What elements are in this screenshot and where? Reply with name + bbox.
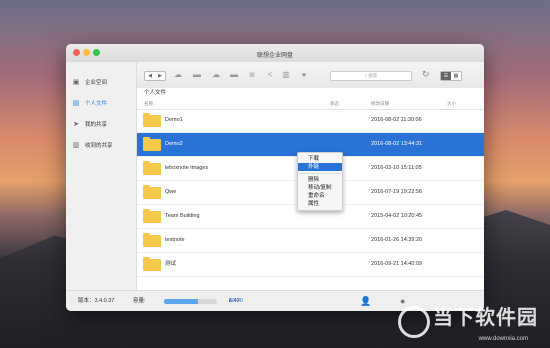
file-date: 2016-03-10 15:11:05 bbox=[371, 165, 422, 171]
sidebar-item-my-shares[interactable]: ➤ 我的共享 bbox=[66, 113, 136, 134]
menu-divider bbox=[298, 173, 342, 174]
file-name: testnote bbox=[165, 237, 185, 243]
list-item[interactable]: testnote 2016-01-26 14:39:20 bbox=[137, 229, 484, 253]
menu-item-rename[interactable]: 重命名 bbox=[298, 192, 342, 200]
sidebar-item-label: 我的共享 bbox=[85, 121, 108, 128]
folder-icon bbox=[143, 161, 161, 175]
capacity-label: 容量: bbox=[133, 298, 146, 304]
download-cloud-icon[interactable]: ☁ bbox=[211, 70, 221, 80]
file-date: 2016-08-02 11:30:06 bbox=[371, 117, 422, 123]
minimize-window-button[interactable] bbox=[83, 49, 90, 56]
camera-icon[interactable]: ◙ bbox=[247, 70, 257, 80]
user-icon[interactable]: 👤 bbox=[360, 291, 371, 311]
sidebar-item-label: 收到的共享 bbox=[85, 142, 113, 149]
zoom-window-button[interactable] bbox=[93, 49, 100, 56]
title-bar: 联想企业网盘 bbox=[66, 44, 484, 62]
file-name: Demo2 bbox=[165, 141, 183, 147]
sidebar-item-enterprise-space[interactable]: ▣ 企业空间 bbox=[66, 71, 136, 92]
grid-view-button[interactable]: ▦ bbox=[451, 72, 461, 80]
file-name: Qwe bbox=[165, 189, 177, 195]
sidebar-item-label: 个人文件 bbox=[85, 100, 108, 107]
folder-icon bbox=[143, 137, 161, 151]
folder-upload-icon[interactable]: ▬ bbox=[192, 70, 202, 80]
list-view-button[interactable]: ☰ bbox=[441, 72, 451, 80]
folder-icon bbox=[143, 185, 161, 199]
menu-item-move-copy[interactable]: 移动/复制 bbox=[298, 184, 342, 192]
watermark-logo-icon bbox=[398, 306, 430, 338]
trash-icon[interactable]: ▥ bbox=[281, 70, 291, 80]
column-size[interactable]: 大小 bbox=[447, 99, 456, 109]
file-date: 2016-08-02 13:44:31 bbox=[371, 141, 423, 147]
search-input[interactable]: ⌕ 搜索 bbox=[330, 71, 412, 81]
file-date: 2015-04-02 10:20:45 bbox=[371, 213, 423, 219]
folder-icon bbox=[143, 233, 161, 247]
sidebar-item-received-shares[interactable]: ▥ 收到的共享 bbox=[66, 134, 136, 155]
folder-icon bbox=[143, 209, 161, 223]
settings-icon[interactable]: ● bbox=[299, 70, 309, 80]
menu-item-external-link[interactable]: 外链 bbox=[298, 163, 342, 171]
sidebar: ▣ 企业空间 ▤ 个人文件 ➤ 我的共享 ▥ 收到的共享 bbox=[66, 62, 137, 290]
window-title: 联想企业网盘 bbox=[256, 53, 293, 59]
capacity-bar bbox=[164, 299, 217, 304]
column-status[interactable]: 状态 bbox=[330, 99, 339, 109]
capacity-bar-fill bbox=[164, 299, 199, 304]
file-name: Team Building bbox=[165, 213, 200, 219]
toolbar: ◀ ▶ ☁ ▬ ☁ ▬ ◙ < ▥ ● ⌕ 搜索 ↻ ☰ ▦ bbox=[137, 62, 484, 89]
folder-icon bbox=[143, 257, 161, 271]
file-date: 2016-09-21 14:40:09 bbox=[371, 261, 423, 267]
watermark-brand: 当下软件园 bbox=[433, 307, 538, 329]
folder-person-icon: ▤ bbox=[72, 99, 80, 107]
file-name: leboxnote images bbox=[165, 165, 209, 171]
list-item[interactable]: 测试 2016-09-21 14:40:09 bbox=[137, 253, 484, 277]
upload-cloud-icon[interactable]: ☁ bbox=[173, 70, 183, 80]
search-placeholder: 搜索 bbox=[368, 73, 378, 78]
close-window-button[interactable] bbox=[73, 49, 80, 56]
file-date: 2016-01-26 14:39:20 bbox=[371, 237, 423, 243]
breadcrumb: 个人文件 bbox=[137, 88, 484, 99]
forward-button[interactable]: ▶ bbox=[158, 73, 162, 79]
view-switcher: ☰ ▦ bbox=[440, 71, 462, 81]
folder-icon bbox=[143, 113, 161, 127]
file-name: Demo1 bbox=[165, 117, 183, 123]
menu-item-download[interactable]: 下载 bbox=[298, 155, 342, 163]
column-name[interactable]: 名称 bbox=[144, 99, 153, 109]
list-item[interactable]: Demo1 2016-08-02 11:30:06 bbox=[137, 109, 484, 133]
sidebar-item-personal-files[interactable]: ▤ 个人文件 bbox=[66, 92, 136, 113]
history-nav: ◀ ▶ bbox=[144, 71, 166, 81]
share-receive-icon: ▥ bbox=[72, 141, 80, 149]
menu-item-delete[interactable]: 删除 bbox=[298, 176, 342, 184]
menu-item-properties[interactable]: 属性 bbox=[298, 200, 342, 208]
briefcase-icon: ▣ bbox=[72, 78, 80, 86]
sidebar-item-label: 企业空间 bbox=[85, 79, 108, 86]
context-menu: 下载 外链 删除 移动/复制 重命名 属性 bbox=[297, 152, 343, 211]
column-modified[interactable]: 修改日期 bbox=[371, 99, 389, 109]
back-button[interactable]: ◀ bbox=[148, 73, 152, 79]
file-name: 测试 bbox=[165, 261, 177, 267]
share-send-icon: ➤ bbox=[73, 120, 79, 128]
refresh-icon[interactable]: ↻ bbox=[422, 69, 430, 80]
watermark-url: www.downxia.com bbox=[478, 336, 528, 342]
app-window: 联想企业网盘 ▣ 企业空间 ▤ 个人文件 ➤ 我的共享 ▥ 收到的共享 ◀ ▶ … bbox=[66, 44, 484, 311]
file-date: 2016-07-19 19:22:56 bbox=[371, 189, 423, 195]
folder-link-icon[interactable]: ▬ bbox=[229, 70, 239, 80]
version-label: 版本：3.4.0.37 bbox=[78, 298, 115, 304]
capacity-total: 10.00 GB bbox=[229, 298, 243, 304]
share-icon[interactable]: < bbox=[265, 70, 275, 80]
